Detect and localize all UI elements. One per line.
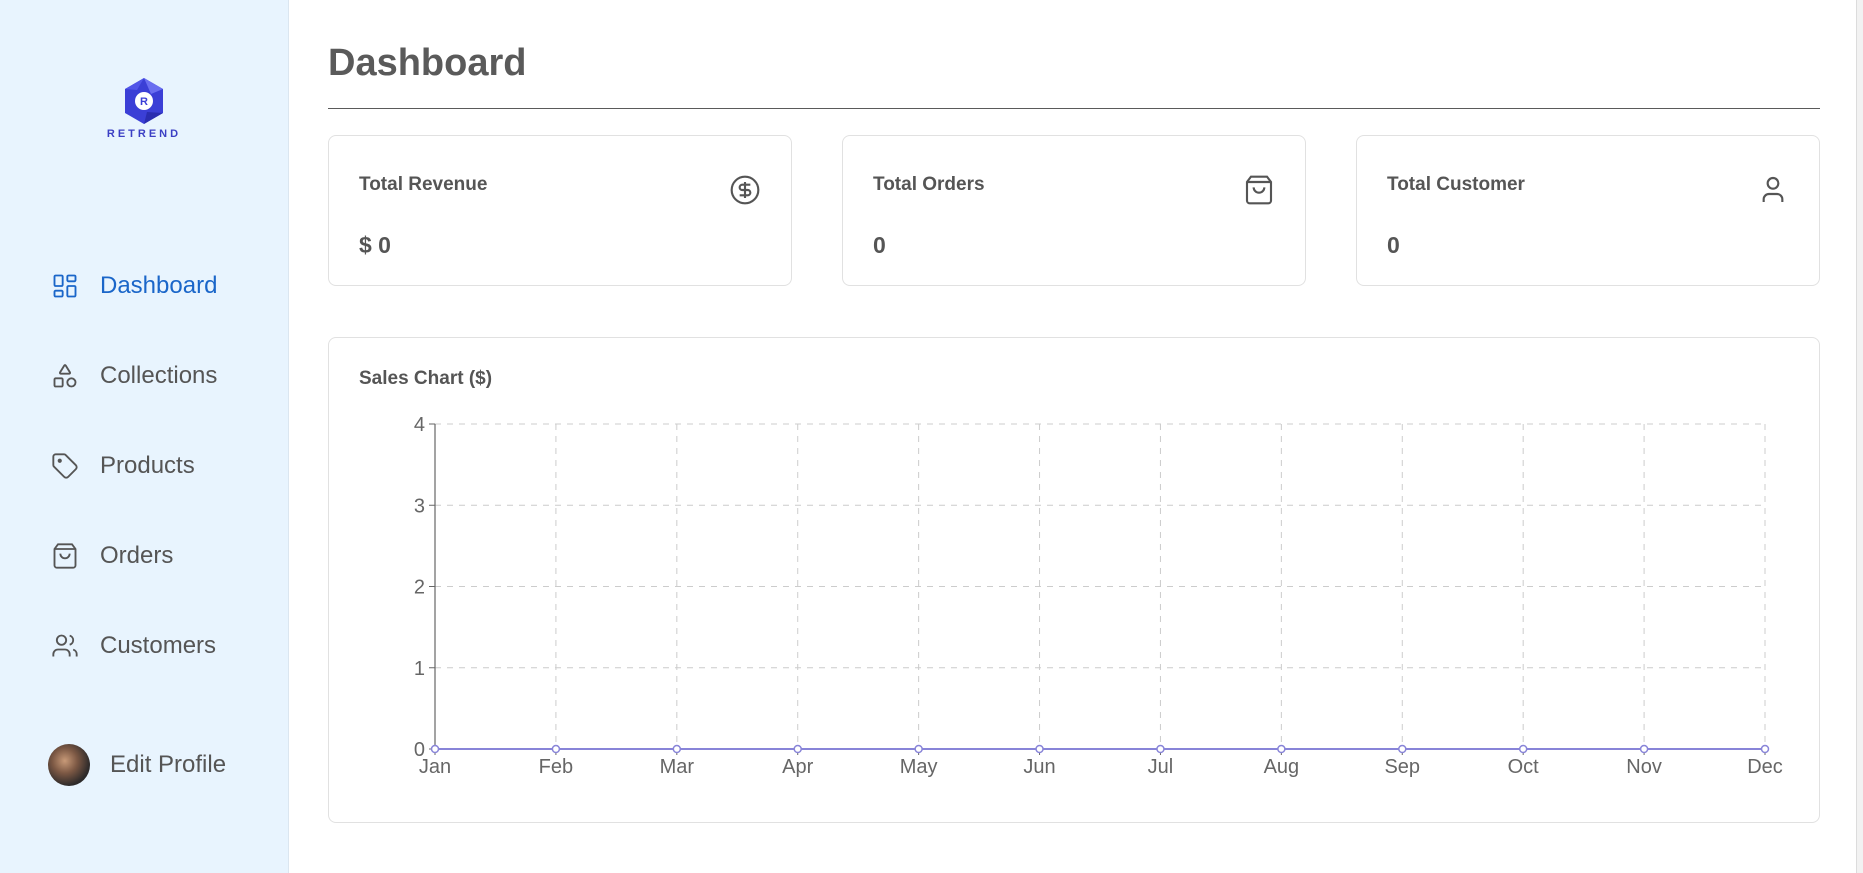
shopping-bag-icon [48, 539, 82, 573]
x-tick-label: Oct [1508, 756, 1540, 778]
sidebar-item-label: Dashboard [100, 272, 218, 299]
sidebar-item-customers[interactable]: Customers [48, 626, 216, 666]
data-point [1398, 744, 1407, 754]
edit-profile-label: Edit Profile [110, 751, 227, 778]
card-title: Total Customer [1387, 174, 1525, 195]
shapes-icon [48, 359, 82, 393]
tag-icon [48, 449, 82, 483]
sales-chart: 01234Jan Feb Mar Apr May Jun Jul Aug Sep Oct Nov De… [414, 414, 1783, 778]
brand-logo[interactable]: R RETREND [96, 76, 192, 154]
sidebar-item-collections[interactable]: Collections [48, 356, 217, 396]
x-tick-label: Feb [539, 756, 573, 778]
data-point [672, 744, 682, 754]
x-tick-label: Mar [660, 756, 695, 778]
data-point [1518, 744, 1528, 754]
card-value: $ 0 [359, 232, 391, 258]
sidebar-item-label: Orders [100, 542, 174, 569]
y-tick-label: 1 [414, 658, 425, 680]
data-point [1035, 744, 1044, 754]
sidebar: R RETREND Dashboard Collections Products… [0, 0, 289, 873]
edit-profile-link[interactable]: Edit Profile [48, 744, 226, 786]
sidebar-item-label: Products [100, 452, 195, 479]
x-tick-label: Jan [419, 756, 451, 778]
card-value: 0 [873, 232, 886, 258]
sales-chart-card: Sales Chart ($) 0 1 2 3 4 Jan Feb Mar Apr May Jun J… [328, 337, 1820, 823]
data-point [793, 744, 802, 754]
title-divider [328, 108, 1820, 109]
y-tick-label: 3 [414, 495, 425, 517]
sidebar-item-label: Customers [100, 632, 217, 659]
user-icon [1757, 174, 1789, 206]
sidebar-item-products[interactable]: Products [48, 446, 195, 486]
data-point [1639, 744, 1649, 754]
window-edge [1856, 0, 1863, 873]
logo-mark-icon: R [125, 78, 163, 124]
dashboard-icon [48, 269, 82, 303]
shopping-bag-icon [1243, 174, 1275, 206]
x-tick-label: Apr [782, 756, 813, 778]
x-tick-label: Jun [1023, 756, 1055, 778]
stat-card-revenue: Total Revenue $ 0 [328, 135, 792, 286]
data-point [914, 744, 923, 754]
x-tick-label: Dec [1747, 756, 1783, 778]
data-point [1156, 744, 1165, 754]
card-title: Total Revenue [359, 174, 488, 195]
y-tick-label: 2 [414, 577, 425, 599]
stat-card-customers: Total Customer 0 [1356, 135, 1820, 286]
sidebar-item-orders[interactable]: Orders [48, 536, 173, 576]
svg-text:R: R [140, 96, 148, 108]
x-tick-label: Aug [1264, 756, 1300, 778]
stat-card-orders: Total Orders 0 [842, 135, 1306, 286]
avatar [48, 744, 90, 786]
brand-name: RETREND [106, 128, 182, 140]
data-point [1277, 744, 1286, 754]
data-point [1760, 744, 1770, 754]
x-tick-label: Nov [1626, 756, 1662, 778]
dollar-circle-icon [729, 174, 761, 206]
sidebar-item-label: Collections [100, 362, 218, 389]
data-point [430, 744, 440, 754]
y-tick-label: 4 [414, 414, 425, 436]
users-icon [48, 629, 82, 663]
sidebar-item-dashboard[interactable]: Dashboard [48, 266, 217, 306]
card-value: 0 [1387, 232, 1400, 258]
x-tick-label: Jul [1148, 756, 1174, 778]
x-tick-label: May [900, 756, 938, 778]
x-tick-label: Sep [1384, 756, 1420, 778]
data-point [551, 744, 561, 754]
card-title: Total Orders [873, 174, 985, 195]
page-title: Dashboard [328, 42, 527, 84]
